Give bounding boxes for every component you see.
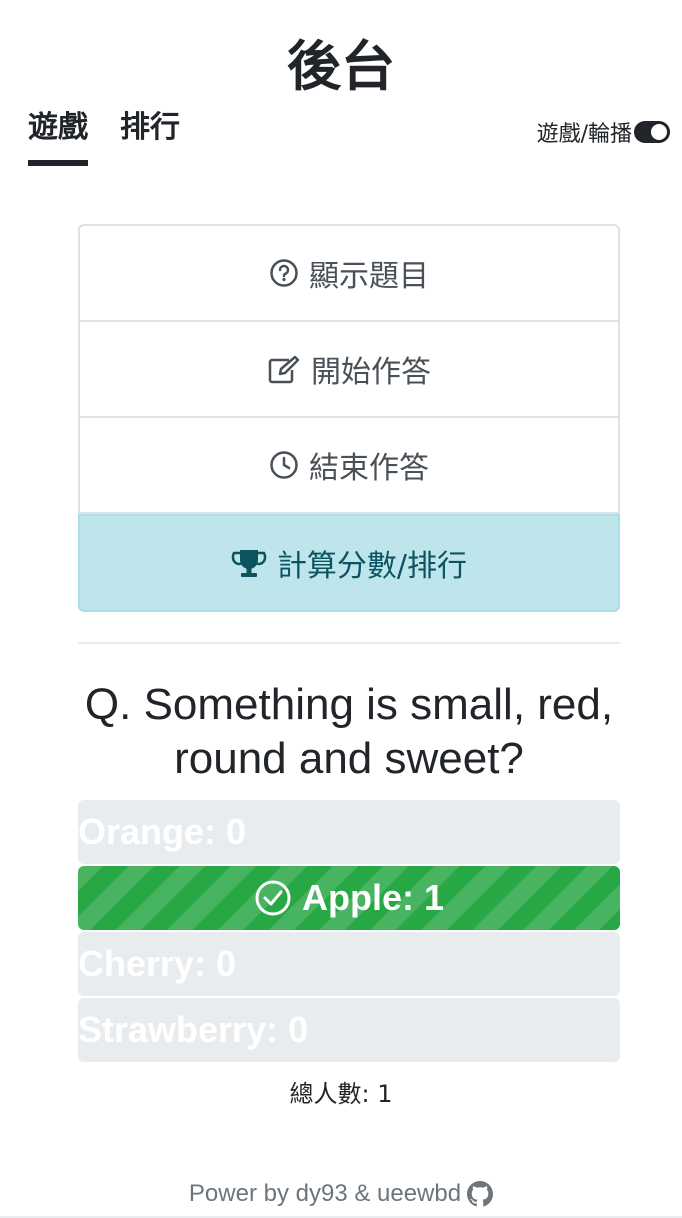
calc-score-label: 計算分數/排行 (276, 549, 468, 584)
page-title: 後台 (287, 35, 395, 98)
total-participants: 總人數: 1 (289, 1080, 393, 1108)
option-orange[interactable]: Orange: 0 (78, 800, 620, 864)
option-label: Orange: 0 (78, 811, 247, 852)
tab-bar: 遊戲 排行 (28, 108, 212, 166)
answer-options: Orange: 0 Apple: 1 Cherry: 0 Strawberry:… (78, 800, 620, 1064)
footer: Power by dy93 & ueewbd (0, 1180, 682, 1208)
divider (78, 642, 620, 644)
option-cherry[interactable]: Cherry: 0 (78, 932, 620, 996)
github-icon[interactable] (467, 1181, 494, 1207)
option-label: Strawberry: 0 (78, 1009, 309, 1050)
option-label: Apple: 1 (301, 877, 444, 918)
game-carousel-toggle[interactable] (634, 121, 670, 143)
question-circle-icon (270, 259, 298, 287)
calc-score-button[interactable]: 計算分數/排行 (78, 514, 620, 612)
end-answer-label: 結束作答 (309, 451, 429, 486)
option-label: Cherry: 0 (78, 943, 237, 984)
start-answer-button[interactable]: 開始作答 (78, 322, 620, 418)
tab-game[interactable]: 遊戲 (28, 108, 88, 166)
check-circle-icon (255, 880, 291, 916)
start-answer-label: 開始作答 (311, 355, 431, 390)
show-question-button[interactable]: 顯示題目 (78, 224, 620, 322)
clock-icon (270, 451, 298, 479)
toggle-knob (651, 124, 667, 140)
option-apple-correct[interactable]: Apple: 1 (78, 866, 620, 930)
show-question-label: 顯示題目 (309, 259, 429, 294)
end-answer-button[interactable]: 結束作答 (78, 418, 620, 514)
question-text: Q. Something is small, red, round and sw… (84, 680, 614, 783)
game-carousel-toggle-group: 遊戲/輪播 (537, 116, 670, 148)
option-strawberry[interactable]: Strawberry: 0 (78, 998, 620, 1062)
toggle-label: 遊戲/輪播 (536, 122, 632, 147)
edit-icon (268, 355, 300, 384)
tab-ranking[interactable]: 排行 (120, 108, 180, 148)
action-button-group: 顯示題目 開始作答 結束作答 計算分數/排行 (78, 224, 620, 612)
trophy-icon (231, 550, 267, 577)
footer-text: Power by dy93 & ueewbd (188, 1180, 462, 1207)
